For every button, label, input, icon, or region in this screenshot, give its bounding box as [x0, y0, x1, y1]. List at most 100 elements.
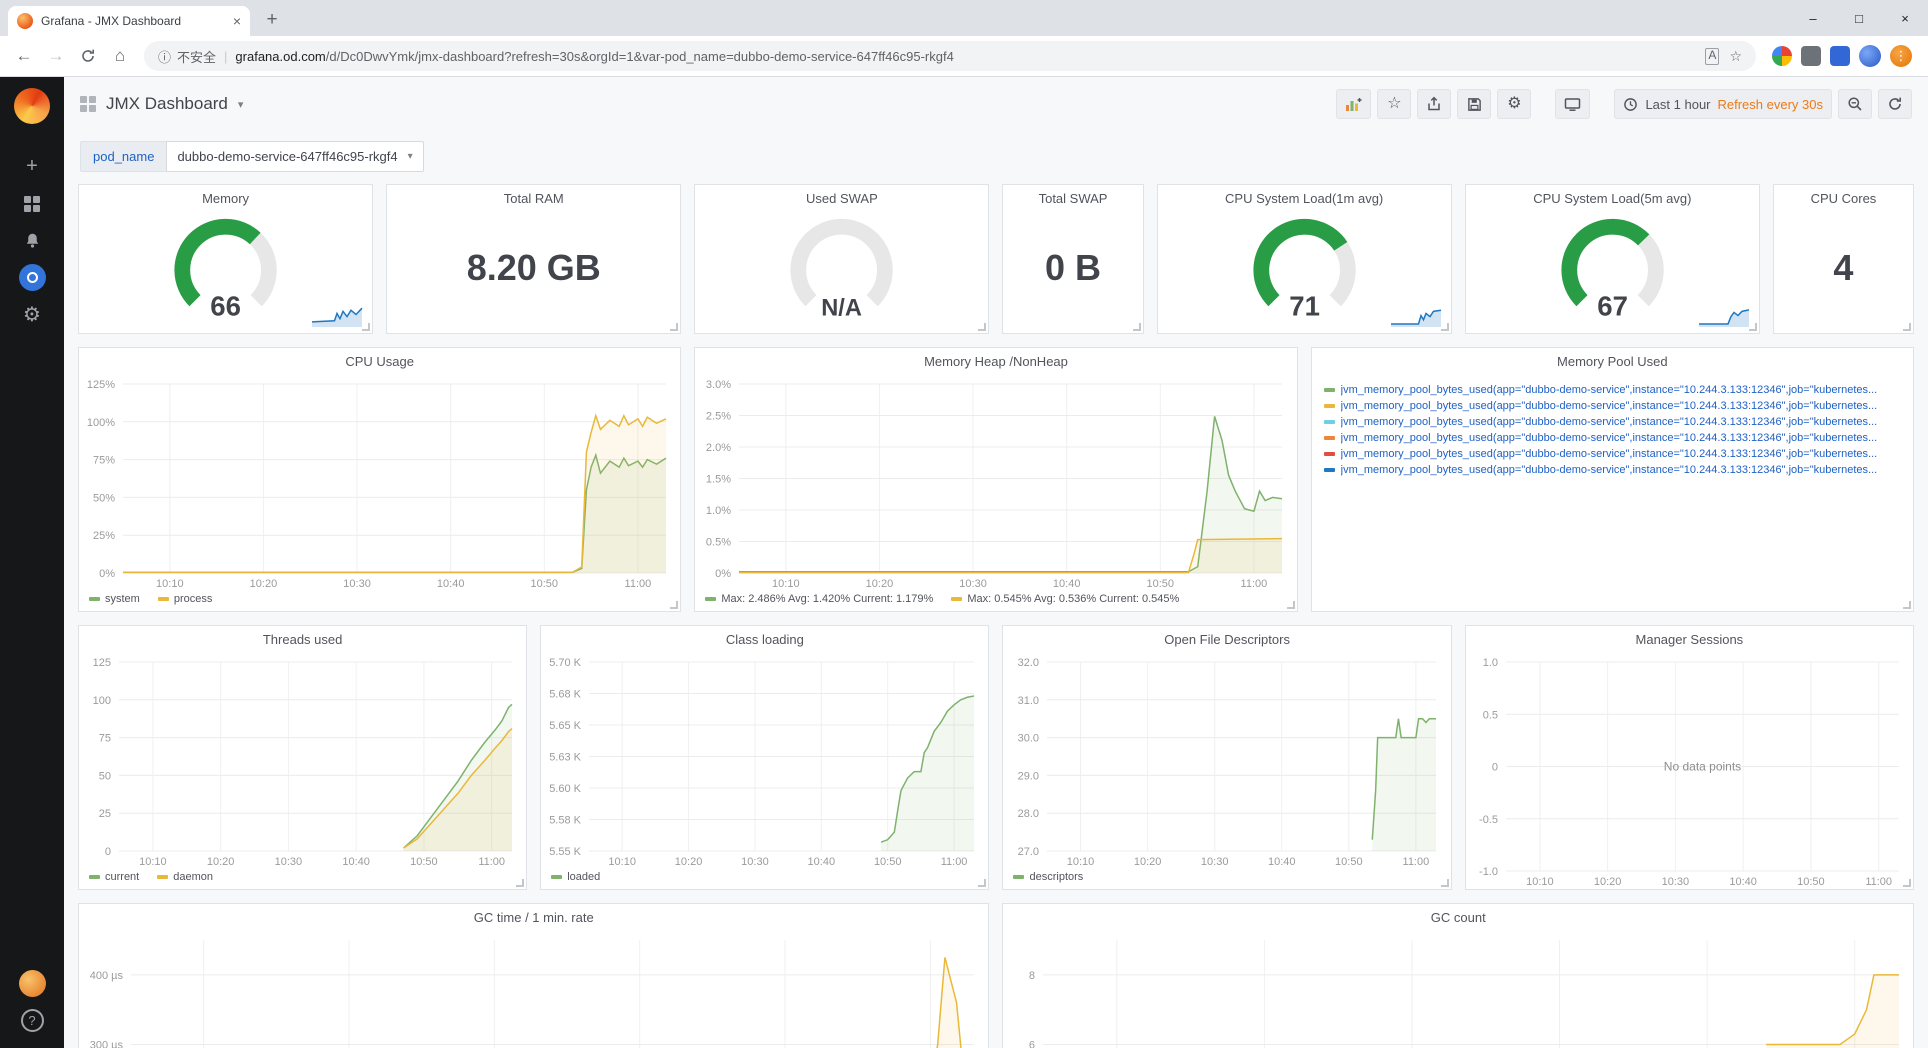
sidebar-item-configuration[interactable]: ⚙: [0, 296, 64, 333]
panel-title[interactable]: Memory Pool Used: [1312, 348, 1913, 374]
maximize-button[interactable]: □: [1836, 0, 1882, 36]
panel-title[interactable]: Open File Descriptors: [1003, 626, 1450, 652]
legend-item[interactable]: Max: 2.486% Avg: 1.420% Current: 1.179%: [705, 593, 933, 605]
series-color-icon: [1323, 452, 1335, 456]
help-button[interactable]: ?: [20, 1009, 44, 1032]
chart-gc-time-1-min-rate[interactable]: 10:1010:2010:3010:4010:5011:00200 µs300 …: [79, 930, 988, 1048]
legend-item[interactable]: jvm_memory_pool_bytes_used(app="dubbo-de…: [1323, 432, 1901, 444]
extension-icon-c[interactable]: [1830, 46, 1850, 66]
add-panel-button[interactable]: [1336, 89, 1372, 119]
svg-text:10:30: 10:30: [343, 578, 371, 590]
forward-button[interactable]: →: [42, 42, 70, 70]
variable-dropdown[interactable]: dubbo-demo-service-647ff46c95-rkgf4 ▾: [166, 141, 424, 172]
svg-text:8: 8: [1029, 970, 1035, 982]
extension-icon-a[interactable]: [1772, 46, 1792, 66]
legend-item[interactable]: loaded: [551, 871, 600, 883]
svg-text:5.55 K: 5.55 K: [549, 846, 581, 858]
zoom-out-button[interactable]: [1838, 89, 1872, 119]
legend-item[interactable]: Max: 0.545% Avg: 0.536% Current: 0.545%: [951, 593, 1179, 605]
panel-title[interactable]: Memory Heap /NonHeap: [695, 348, 1296, 374]
panel-resize-handle[interactable]: [516, 879, 525, 887]
panel-title[interactable]: CPU Cores: [1774, 185, 1913, 211]
panel-resize-handle[interactable]: [1902, 879, 1911, 887]
chart-gc-count[interactable]: 10:1010:2010:3010:4010:5011:00468: [1003, 930, 1913, 1048]
panel-title[interactable]: Threads used: [79, 626, 526, 652]
chart-class-loading[interactable]: 10:10 10:20 10:30 10:40 10:50 11:00 5.55 K 5.58…: [541, 652, 988, 869]
url-bar[interactable]: ⓘ 不安全 | grafana.od.com/d/Dc0DwvYmk/jmx-d…: [144, 41, 1756, 71]
panel-resize-handle[interactable]: [978, 879, 987, 887]
minimize-button[interactable]: –: [1790, 0, 1836, 36]
panel-resize-handle[interactable]: [362, 323, 371, 331]
panel-resize-handle[interactable]: [1748, 323, 1757, 331]
legend-item[interactable]: current: [89, 871, 139, 883]
save-button[interactable]: [1457, 89, 1492, 119]
panel-title[interactable]: CPU System Load(5m avg): [1466, 185, 1759, 211]
translate-icon[interactable]: A: [1705, 47, 1720, 65]
legend-item[interactable]: jvm_memory_pool_bytes_used(app="dubbo-de…: [1323, 448, 1901, 460]
sidebar-item-dashboards[interactable]: [0, 185, 64, 222]
chart-memory-heap-nonheap[interactable]: 10:10 10:20 10:30 10:40 10:50 11:00 0% 0.5% 1.0%…: [695, 374, 1296, 591]
legend-item[interactable]: process: [157, 593, 212, 605]
dashboard-settings-button[interactable]: ⚙: [1497, 89, 1532, 119]
security-chip[interactable]: ⓘ 不安全: [158, 47, 216, 66]
new-tab-button[interactable]: +: [258, 6, 286, 34]
panel-title[interactable]: Total SWAP: [1003, 185, 1142, 211]
legend-item[interactable]: system: [89, 593, 140, 605]
tab-close-icon[interactable]: ×: [233, 13, 241, 29]
panel-title[interactable]: CPU Usage: [79, 348, 680, 374]
back-button[interactable]: ←: [10, 42, 38, 70]
grafana-logo[interactable]: [14, 88, 50, 124]
panel-resize-handle[interactable]: [1902, 601, 1911, 609]
panel-title[interactable]: GC count: [1003, 904, 1913, 930]
bookmark-star-icon[interactable]: ☆: [1729, 48, 1742, 65]
panel-title[interactable]: Memory: [79, 185, 372, 211]
title-caret-icon[interactable]: ▾: [238, 98, 244, 111]
extension-icon-b[interactable]: [1801, 46, 1821, 66]
extension-area: ⋮: [1766, 45, 1918, 67]
profile-avatar[interactable]: [1859, 45, 1881, 67]
panel-title[interactable]: GC time / 1 min. rate: [79, 904, 988, 930]
legend-item[interactable]: daemon: [157, 871, 213, 883]
svg-text:1.0: 1.0: [1482, 657, 1497, 669]
close-button[interactable]: ×: [1882, 0, 1928, 36]
svg-text:0%: 0%: [715, 568, 731, 580]
legend-item[interactable]: jvm_memory_pool_bytes_used(app="dubbo-de…: [1323, 400, 1901, 412]
legend-item[interactable]: jvm_memory_pool_bytes_used(app="dubbo-de…: [1323, 416, 1901, 428]
chart-manager-sessions[interactable]: 10:10 10:20 10:30 10:40 10:50 11:00 -1.0 -0.5 0 0…: [1466, 652, 1913, 889]
panel-resize-handle[interactable]: [978, 323, 987, 331]
browser-tab[interactable]: Grafana - JMX Dashboard ×: [8, 6, 250, 36]
panel-title[interactable]: Used SWAP: [695, 185, 988, 211]
legend-item[interactable]: jvm_memory_pool_bytes_used(app="dubbo-de…: [1323, 464, 1901, 476]
chrome-menu-button[interactable]: ⋮: [1890, 45, 1912, 67]
refresh-button[interactable]: [1878, 89, 1912, 119]
user-avatar[interactable]: [18, 970, 46, 997]
dashboard-title[interactable]: JMX Dashboard: [106, 94, 228, 114]
panel-resize-handle[interactable]: [1440, 323, 1449, 331]
panel-body: 0 B: [1003, 211, 1142, 333]
reload-button[interactable]: [74, 42, 102, 70]
svg-text:10:10: 10:10: [156, 578, 184, 590]
time-picker-button[interactable]: Last 1 hour Refresh every 30s: [1614, 89, 1832, 119]
star-dashboard-button[interactable]: ☆: [1377, 89, 1412, 119]
panel-resize-handle[interactable]: [670, 323, 679, 331]
panel-title[interactable]: Class loading: [541, 626, 988, 652]
chart-cpu-usage[interactable]: 10:10 10:20 10:30 10:40 10:50 11:00 0% 25% 50% 75…: [79, 374, 680, 591]
chart-threads-used[interactable]: 10:10 10:20 10:30 10:40 10:50 11:00 0 25 50 75 100…: [79, 652, 526, 869]
sidebar-item-create[interactable]: +: [0, 148, 64, 185]
panel-resize-handle[interactable]: [1440, 879, 1449, 887]
chart-open-file-descriptors[interactable]: 10:10 10:20 10:30 10:40 10:50 11:00 27.0 28.0 29…: [1003, 652, 1450, 869]
legend-item[interactable]: descriptors: [1013, 871, 1083, 883]
tv-mode-button[interactable]: [1555, 89, 1591, 119]
panel-title[interactable]: Total RAM: [387, 185, 680, 211]
home-button[interactable]: ⌂: [106, 42, 134, 70]
panel-title[interactable]: Manager Sessions: [1466, 626, 1913, 652]
sidebar-item-alerting[interactable]: [0, 222, 64, 259]
panel-resize-handle[interactable]: [1286, 601, 1295, 609]
panel-resize-handle[interactable]: [1902, 323, 1911, 331]
share-button[interactable]: [1417, 89, 1452, 119]
panel-title[interactable]: CPU System Load(1m avg): [1158, 185, 1451, 211]
panel-resize-handle[interactable]: [1132, 323, 1141, 331]
legend-item[interactable]: jvm_memory_pool_bytes_used(app="dubbo-de…: [1323, 384, 1901, 396]
panel-resize-handle[interactable]: [670, 601, 679, 609]
sidebar-item-app-plugin[interactable]: [0, 259, 64, 296]
